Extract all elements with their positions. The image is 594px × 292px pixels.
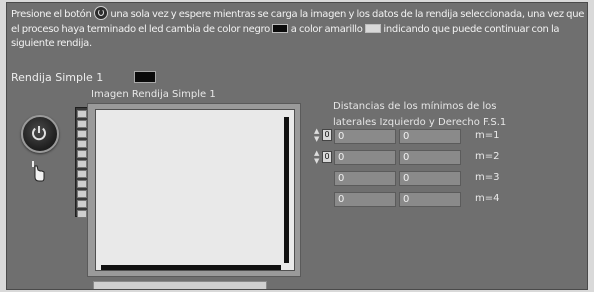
text-tool-icon[interactable] — [77, 210, 87, 218]
rect-tool-icon[interactable] — [77, 140, 87, 148]
freehand-tool-icon[interactable] — [77, 190, 87, 198]
instructions-text: Presione el botón una sola vez y espere … — [11, 6, 586, 52]
annulus-tool-icon[interactable] — [77, 200, 87, 208]
hand-pointer-icon — [32, 161, 45, 182]
instructions-part1: Presione el botón — [11, 9, 92, 20]
distance-right-m2[interactable]: 0 — [399, 150, 461, 165]
distance-left-m4[interactable]: 0 — [334, 192, 396, 207]
power-button[interactable] — [21, 115, 59, 153]
instructions-part3: a color amarillo — [290, 23, 363, 35]
index-increment-icon[interactable]: ▲ — [314, 128, 319, 135]
power-icon — [32, 126, 46, 141]
distances-title: Distancias de los mínimos de los lateral… — [333, 101, 507, 128]
point-tool-icon[interactable] — [77, 170, 87, 178]
distance-right-m3[interactable]: 0 — [399, 171, 461, 186]
image-display[interactable] — [95, 109, 295, 271]
image-horizontal-scrollbar[interactable] — [101, 265, 281, 270]
oval-tool-icon[interactable] — [77, 150, 87, 158]
order-label-m3: m=3 — [475, 172, 500, 183]
polygon-tool-icon[interactable] — [77, 180, 87, 188]
power-icon — [93, 6, 108, 20]
select-tool-icon[interactable] — [77, 130, 87, 138]
order-label-m4: m=4 — [475, 193, 500, 204]
order-label-m1: m=1 — [475, 130, 500, 141]
led-yellow-icon — [365, 23, 381, 33]
index-increment-icon[interactable]: ▲ — [314, 150, 319, 157]
distance-right-m4[interactable]: 0 — [399, 192, 461, 207]
order-label-m2: m=2 — [475, 151, 500, 162]
index-decrement-icon[interactable]: ▼ — [314, 158, 319, 165]
rendija-simple-label: Rendija Simple 1 — [11, 71, 104, 84]
distance-left-m3[interactable]: 0 — [334, 171, 396, 186]
pan-tool-icon[interactable] — [77, 120, 87, 128]
array-index-left[interactable]: 0 — [322, 129, 332, 141]
rendija-led-indicator — [134, 71, 156, 83]
array-index-right[interactable]: 0 — [322, 151, 332, 163]
image-panel-title: Imagen Rendija Simple 1 — [91, 89, 216, 100]
image-info-bar — [93, 281, 267, 289]
distance-left-m1[interactable]: 0 — [334, 129, 396, 144]
distance-left-m2[interactable]: 0 — [334, 150, 396, 165]
front-panel: Presione el botón una sola vez y espere … — [6, 2, 588, 290]
zoom-tool-icon[interactable] — [77, 110, 87, 118]
distance-right-m1[interactable]: 0 — [399, 129, 461, 144]
image-vertical-scrollbar[interactable] — [284, 117, 289, 263]
led-black-icon — [272, 23, 289, 33]
line-tool-icon[interactable] — [77, 160, 87, 168]
index-decrement-icon[interactable]: ▼ — [314, 136, 319, 143]
